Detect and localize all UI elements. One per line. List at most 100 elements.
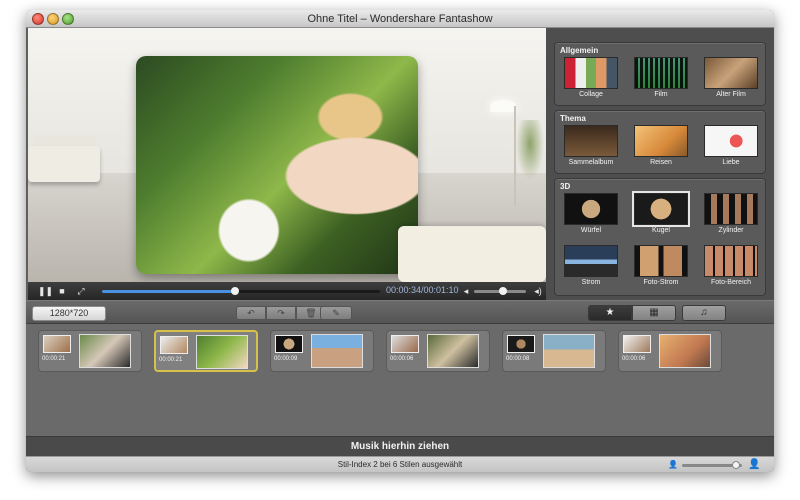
timeline-clip[interactable]: 00:00:21 xyxy=(38,330,142,372)
zoom-knob[interactable] xyxy=(732,461,740,469)
style-liebe[interactable]: Liebe xyxy=(702,125,760,166)
style-strom[interactable]: Strom xyxy=(562,245,620,286)
status-bar: Stil-Index 2 bei 6 Stilen ausgewählt 👤 👤 xyxy=(26,456,774,472)
progress-knob[interactable] xyxy=(231,287,240,295)
style-zylinder[interactable]: Zylinder xyxy=(702,193,760,234)
style-collage[interactable]: Collage xyxy=(562,57,620,98)
style-reisen[interactable]: Reisen xyxy=(632,125,690,166)
window-title: Ohne Titel – Wondershare Fantashow xyxy=(307,13,493,25)
rotate-right-icon[interactable]: ↷ xyxy=(266,306,296,320)
style-sammelalbum[interactable]: Sammelalbum xyxy=(562,125,620,166)
style-label: Film xyxy=(654,91,668,98)
photo-thumbnail[interactable] xyxy=(427,334,479,368)
app-window: Ohne Titel – Wondershare Fantashow ❚❚ ■ … xyxy=(26,10,774,472)
lamp-decoration xyxy=(490,100,516,112)
music-icon[interactable]: ♫ xyxy=(682,305,726,321)
zoom-out-person-icon[interactable]: 👤 xyxy=(668,459,678,470)
alter-film-thumbnail xyxy=(704,57,758,89)
style-wuerfel[interactable]: Würfel xyxy=(562,193,620,234)
style-group-3d: 3D Würfel Kugel Zylinder Strom Foto-Stro… xyxy=(554,178,766,296)
group-title: Thema xyxy=(560,114,586,123)
foto-strom-thumbnail xyxy=(634,245,688,277)
style-label: Foto-Strom xyxy=(643,279,679,286)
preview-area[interactable] xyxy=(28,28,546,282)
style-label: Alter Film xyxy=(716,91,746,98)
stop-icon[interactable]: ■ xyxy=(56,285,68,297)
transition-thumbnail[interactable] xyxy=(623,335,651,353)
transition-duration: 00:00:21 xyxy=(42,356,66,362)
sammelalbum-thumbnail xyxy=(564,125,618,157)
timeline-clip[interactable]: 00:00:08 xyxy=(502,330,606,372)
style-alter-film[interactable]: Alter Film xyxy=(702,57,760,98)
zoom-in-person-icon[interactable]: 👤 xyxy=(748,459,760,470)
strom-thumbnail xyxy=(564,245,618,277)
star-icon[interactable]: ★ xyxy=(588,305,632,321)
style-label: Würfel xyxy=(580,227,602,234)
style-label: Collage xyxy=(579,91,603,98)
transition-thumbnail[interactable] xyxy=(160,336,188,354)
volume-slider[interactable] xyxy=(474,287,526,295)
style-label: Foto-Bereich xyxy=(710,279,752,286)
style-foto-strom[interactable]: Foto-Strom xyxy=(632,245,690,286)
style-kugel[interactable]: Kugel xyxy=(632,191,690,234)
timeline[interactable]: 00:00:21 00:00:21 00:00:09 00:00:06 00:0… xyxy=(26,324,774,436)
timeline-clip[interactable]: 00:00:06 xyxy=(618,330,722,372)
film-thumbnail xyxy=(634,57,688,89)
timeline-clip[interactable]: 00:00:21 xyxy=(154,330,258,372)
style-panel: Allgemein Collage Film Alter Film Thema … xyxy=(546,28,774,300)
sofa-decoration xyxy=(398,226,546,282)
style-film[interactable]: Film xyxy=(632,57,690,98)
transition-thumbnail[interactable] xyxy=(391,335,419,353)
timeline-clip[interactable]: 00:00:09 xyxy=(270,330,374,372)
liebe-thumbnail xyxy=(704,125,758,157)
fullscreen-icon[interactable]: ⤢ xyxy=(75,285,87,297)
photo-thumbnail[interactable] xyxy=(543,334,595,368)
style-group-allgemein: Allgemein Collage Film Alter Film xyxy=(554,42,766,106)
transition-duration: 00:00:21 xyxy=(159,357,183,363)
volume-knob[interactable] xyxy=(498,287,507,295)
edit-toolbar: 1280*720 ↶ ↷ 🗑 ✎ ★ ▦ ♫ xyxy=(26,300,774,324)
style-label: Strom xyxy=(581,279,601,286)
photo-thumbnail[interactable] xyxy=(196,335,248,369)
thumbnail-zoom-slider[interactable] xyxy=(682,461,742,469)
group-title: 3D xyxy=(560,182,571,191)
style-group-thema: Thema Sammelalbum Reisen Liebe xyxy=(554,110,766,174)
progress-fill xyxy=(102,290,236,293)
collage-thumbnail xyxy=(564,57,618,89)
transition-thumbnail[interactable] xyxy=(43,335,71,353)
group-title: Allgemein xyxy=(560,46,599,55)
transition-thumbnail[interactable] xyxy=(275,335,303,353)
resolution-button[interactable]: 1280*720 xyxy=(32,306,106,321)
progress-slider[interactable] xyxy=(102,287,380,295)
style-label: Liebe xyxy=(722,159,740,166)
transition-duration: 00:00:06 xyxy=(622,356,646,362)
status-text: Stil-Index 2 bei 6 Stilen ausgewählt xyxy=(337,460,463,469)
music-drop-label: Musik hierhin ziehen xyxy=(350,441,450,452)
music-drop-zone[interactable]: Musik hierhin ziehen xyxy=(26,436,774,456)
rotate-left-icon[interactable]: ↶ xyxy=(236,306,266,320)
style-foto-bereich[interactable]: Foto-Bereich xyxy=(702,245,760,286)
pencil-icon[interactable]: ✎ xyxy=(320,306,352,320)
style-label: Zylinder xyxy=(718,227,744,234)
transition-duration: 00:00:09 xyxy=(274,356,298,362)
style-label: Kugel xyxy=(652,227,670,234)
playback-bar: ❚❚ ■ ⤢ 00:00:34/00:01:10 ◂ ◂) xyxy=(28,282,546,300)
style-label: Reisen xyxy=(650,159,672,166)
armchair-decoration xyxy=(28,146,100,182)
volume-low-icon: ◂ xyxy=(463,286,469,296)
wuerfel-thumbnail xyxy=(564,193,618,225)
film-strip-icon[interactable]: ▦ xyxy=(632,305,676,321)
title-bar: Ohne Titel – Wondershare Fantashow xyxy=(26,10,774,28)
transition-duration: 00:00:06 xyxy=(390,356,414,362)
timecode: 00:00:34/00:01:10 xyxy=(386,285,459,295)
timeline-clip[interactable]: 00:00:06 xyxy=(386,330,490,372)
pause-icon[interactable]: ❚❚ xyxy=(38,285,53,297)
transition-thumbnail[interactable] xyxy=(507,335,535,353)
foto-bereich-thumbnail xyxy=(704,245,758,277)
transition-duration: 00:00:08 xyxy=(506,356,530,362)
kugel-thumbnail xyxy=(632,191,690,227)
photo-thumbnail[interactable] xyxy=(79,334,131,368)
photo-thumbnail[interactable] xyxy=(311,334,363,368)
preview-photo xyxy=(136,56,418,274)
photo-thumbnail[interactable] xyxy=(659,334,711,368)
